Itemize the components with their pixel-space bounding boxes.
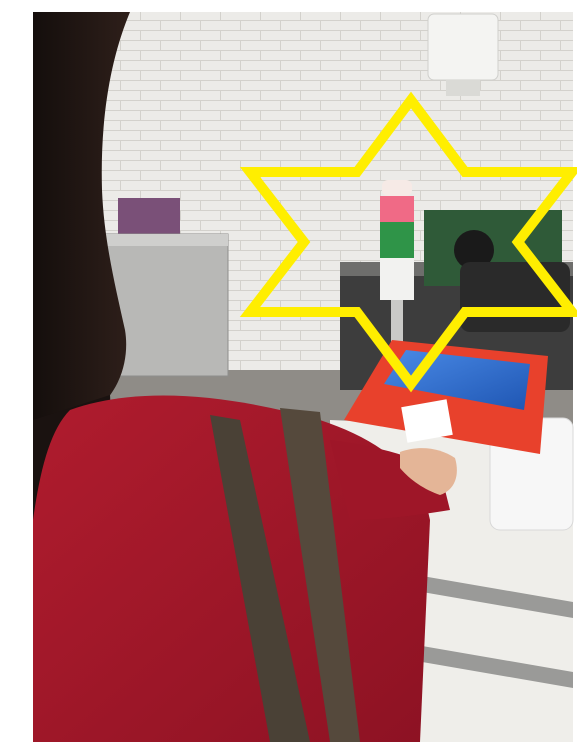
signal-light-green <box>380 222 414 258</box>
signal-light-base <box>380 258 414 300</box>
wall-lamp-bracket <box>446 80 480 96</box>
wall-lamp <box>427 13 499 81</box>
steel-cabinet-top <box>100 234 228 246</box>
receipt-printer <box>460 262 570 332</box>
signal-light-red <box>380 196 414 222</box>
photo-frame <box>0 0 577 742</box>
signal-light-pole <box>391 295 403 345</box>
signal-light-cap <box>382 180 412 196</box>
left-shelf-items <box>118 198 180 234</box>
photo-scene <box>33 12 577 742</box>
